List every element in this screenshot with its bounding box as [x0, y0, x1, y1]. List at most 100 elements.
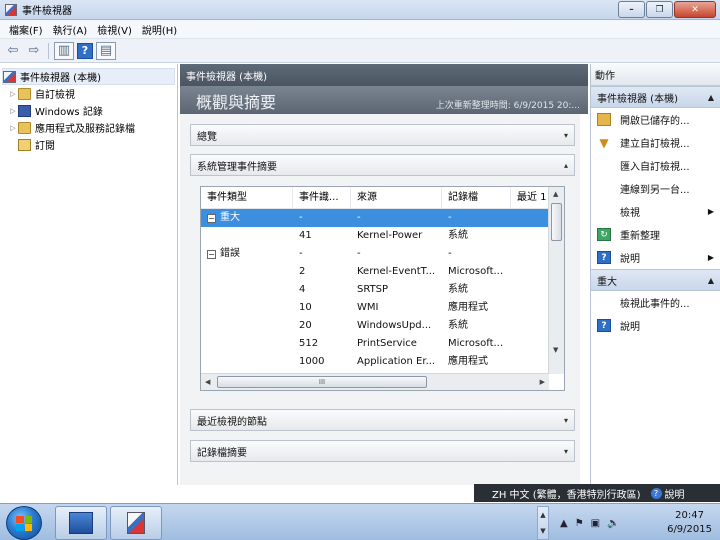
tree-item-windows-logs[interactable]: ▷ Windows 記錄: [0, 102, 177, 119]
show-hidden-icons-icon[interactable]: ▲: [560, 518, 568, 529]
scroll-left-icon[interactable]: ◀: [205, 378, 210, 386]
main-pane: 事件檢視器 (本機) 概觀與摘要 上次重新整理時間: 6/9/2015 20:.…: [180, 64, 588, 485]
section-label: 最近檢視的節點: [197, 416, 267, 428]
collapse-up-icon[interactable]: ▲: [708, 93, 714, 102]
table-row[interactable]: 512 PrintService Microsoft...: [201, 335, 549, 353]
source-cell: -: [351, 209, 442, 227]
actions-group-local[interactable]: 事件檢視器 (本機) ▲: [591, 86, 720, 108]
open-folder-icon: [597, 113, 611, 126]
scroll-thumb[interactable]: [551, 203, 562, 241]
table-row[interactable]: 2 Kernel-EventT... Microsoft...: [201, 263, 549, 281]
source-cell: Kernel-Power: [357, 230, 423, 241]
ime-help-button[interactable]: ? 說明: [650, 486, 685, 501]
volume-icon[interactable]: 🔈: [607, 518, 619, 529]
action-label: 匯入自訂檢視...: [620, 162, 690, 173]
action-center-flag-icon[interactable]: ⚑: [575, 518, 584, 529]
collapse-icon[interactable]: −: [207, 249, 216, 259]
action-label: 檢視: [620, 208, 640, 219]
chevron-down-icon[interactable]: ▾: [564, 447, 568, 456]
event-type-cell: [201, 281, 293, 299]
action-view[interactable]: 檢視 ▶: [591, 200, 720, 223]
forward-arrow-icon[interactable]: ⇨: [25, 42, 43, 60]
source-cell: WindowsUpd...: [357, 320, 432, 331]
column-header-log[interactable]: 記錄檔: [442, 186, 511, 209]
tree-item-root[interactable]: 事件檢視器 (本機): [2, 68, 175, 85]
chevron-up-icon[interactable]: ▴: [564, 161, 568, 170]
chevron-down-icon[interactable]: ▾: [564, 416, 568, 425]
tree-item-app-service-logs[interactable]: ▷ 應用程式及服務記錄檔: [0, 119, 177, 136]
vertical-scrollbar[interactable]: ▲ ▼: [548, 187, 564, 374]
expand-arrow-icon[interactable]: ▷: [8, 90, 18, 98]
column-header-event-type[interactable]: 事件類型: [201, 186, 293, 209]
column-header-source[interactable]: 來源: [351, 186, 442, 209]
actions-group-critical[interactable]: 重大 ▲: [591, 269, 720, 291]
table-row[interactable]: 20 WindowsUpd... 系統: [201, 317, 549, 335]
table-row[interactable]: − 錯誤 - - -: [201, 245, 549, 263]
table-row[interactable]: 41 Kernel-Power 系統: [201, 227, 549, 245]
scroll-right-icon[interactable]: ▶: [540, 378, 545, 386]
chevron-down-icon[interactable]: ▾: [564, 131, 568, 140]
network-icon[interactable]: ▣: [591, 518, 600, 529]
menu-help[interactable]: 說明(H): [137, 22, 182, 37]
source-cell: Kernel-EventT...: [357, 266, 436, 277]
close-button[interactable]: ✕: [674, 1, 716, 18]
show-hide-console-tree-icon[interactable]: ▥: [54, 41, 74, 60]
action-connect-another-computer[interactable]: 連線到另一台...: [591, 177, 720, 200]
section-label: 系統管理事件摘要: [197, 161, 277, 173]
help-icon[interactable]: ?: [77, 42, 93, 59]
menu-view[interactable]: 檢視(V): [92, 22, 137, 37]
submenu-arrow-icon: ▶: [707, 253, 714, 262]
table-row[interactable]: − 重大 - - -: [201, 209, 549, 227]
log-summary-section[interactable]: 記錄檔摘要 ▾: [190, 440, 575, 462]
menu-file[interactable]: 檔案(F): [4, 22, 48, 37]
scroll-thumb[interactable]: III: [217, 376, 427, 388]
folder-icon: [18, 87, 31, 100]
menu-bar: 檔案(F) 執行(A) 檢視(V) 說明(H): [0, 20, 720, 39]
collapse-up-icon[interactable]: ▲: [708, 276, 714, 285]
action-create-custom-view[interactable]: ▼ 建立自訂檢視...: [591, 131, 720, 154]
taskbar-event-viewer[interactable]: [110, 506, 162, 540]
show-hide-action-pane-icon[interactable]: ▤: [96, 41, 116, 60]
source-cell: Application Er...: [357, 356, 436, 367]
horizontal-scrollbar[interactable]: ◀ III ▶: [201, 373, 549, 390]
source-cell: -: [357, 248, 361, 259]
language-bar[interactable]: ZH 中文 (繁體，香港特別行政區) ? 說明: [474, 484, 720, 502]
log-cell: 系統: [448, 284, 468, 295]
scroll-down-icon[interactable]: ▼: [553, 346, 558, 354]
admin-events-section[interactable]: 系統管理事件摘要 ▴: [190, 154, 575, 176]
menu-action[interactable]: 執行(A): [48, 22, 93, 37]
scroll-up-icon[interactable]: ▲: [553, 190, 558, 198]
minimize-button[interactable]: –: [618, 1, 645, 18]
expand-arrow-icon[interactable]: ▷: [8, 107, 18, 115]
start-button[interactable]: [6, 506, 42, 540]
action-open-saved-log[interactable]: 開啟已儲存的...: [591, 108, 720, 131]
window-controls: – ❐ ✕: [618, 1, 716, 18]
table-row[interactable]: 4 SRTSP 系統: [201, 281, 549, 299]
restore-button[interactable]: ❐: [646, 1, 673, 18]
collapse-icon[interactable]: −: [207, 213, 216, 223]
tree-item-custom-views[interactable]: ▷ 自訂檢視: [0, 85, 177, 102]
network-center-icon: [69, 512, 93, 534]
column-header-last-hour[interactable]: 最近 1: [511, 187, 549, 209]
action-help[interactable]: ? 說明 ▶: [591, 246, 720, 269]
table-row[interactable]: 10 WMI 應用程式: [201, 299, 549, 317]
ime-language-text[interactable]: ZH 中文 (繁體，香港特別行政區): [492, 486, 641, 501]
tree-item-subscriptions[interactable]: 訂閱: [0, 136, 177, 153]
overview-section[interactable]: 總覽 ▾: [190, 124, 575, 146]
recent-nodes-section[interactable]: 最近檢視的節點 ▾: [190, 409, 575, 431]
column-header-event-id[interactable]: 事件識...: [293, 186, 351, 209]
action-refresh[interactable]: ↻ 重新整理: [591, 223, 720, 246]
event-type-cell: [201, 299, 293, 317]
event-viewer-icon: [5, 3, 17, 16]
event-type-cell: [201, 227, 293, 245]
action-view-events[interactable]: 檢視此事件的...: [591, 291, 720, 314]
clock[interactable]: 20:47 6/9/2015: [667, 509, 712, 537]
table-row[interactable]: 1000 Application Er... 應用程式: [201, 353, 549, 371]
show-hidden-icons-button[interactable]: ▲ ▼: [537, 506, 549, 540]
log-cell: -: [448, 248, 452, 259]
action-help-critical[interactable]: ? 說明: [591, 314, 720, 337]
taskbar-network-app[interactable]: [55, 506, 107, 540]
expand-arrow-icon[interactable]: ▷: [8, 124, 18, 132]
back-arrow-icon[interactable]: ⇦: [4, 42, 22, 60]
action-import-custom-view[interactable]: 匯入自訂檢視...: [591, 154, 720, 177]
